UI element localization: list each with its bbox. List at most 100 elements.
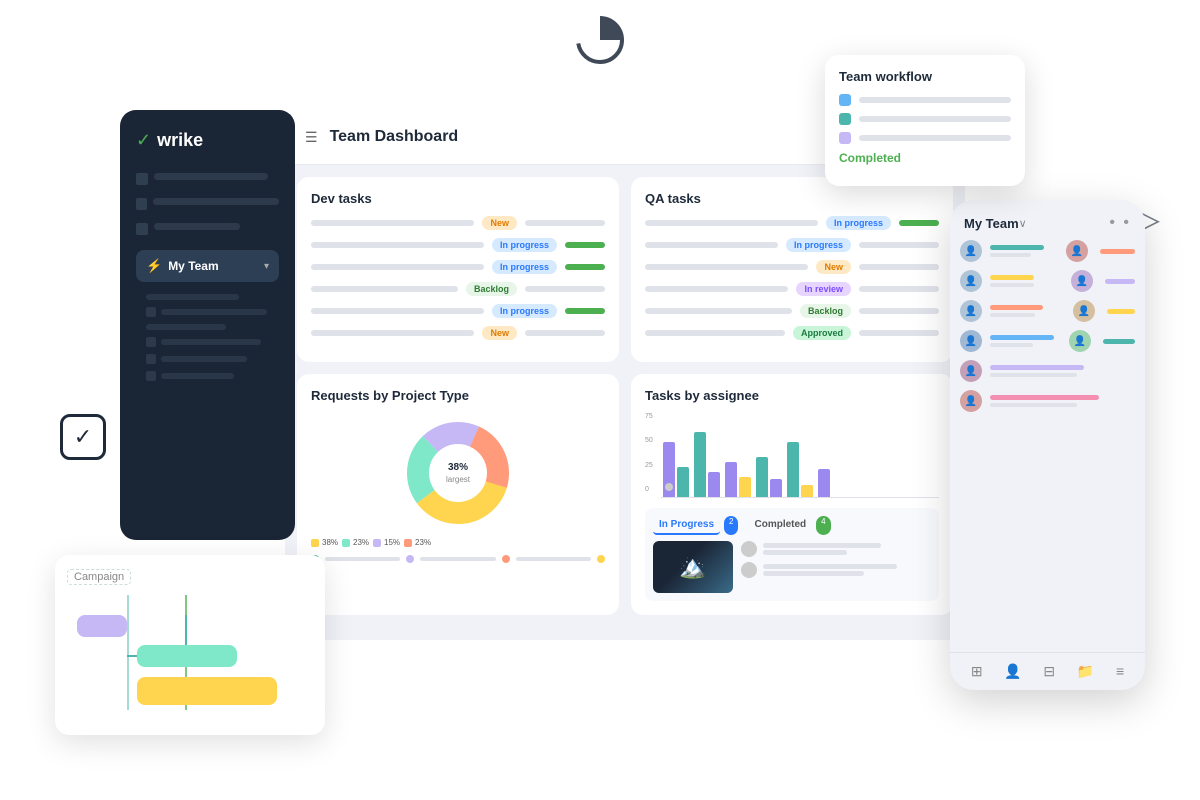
bar-seg-purple-3 bbox=[725, 462, 737, 497]
qa-badge-new: New bbox=[816, 260, 851, 274]
sidebar-home-icon[interactable] bbox=[136, 173, 148, 185]
my-team-item[interactable]: ⚡ My Team ▾ bbox=[136, 250, 279, 282]
sidebar-group-label-3[interactable] bbox=[161, 356, 247, 362]
m-avatar-1: 👤 bbox=[960, 240, 982, 262]
legend-label-1: 38% bbox=[322, 538, 338, 547]
sidebar-grid-icon[interactable] bbox=[136, 198, 147, 210]
qa-tasks-title: QA tasks bbox=[645, 191, 939, 206]
m-avatar-2: 👤 bbox=[960, 270, 982, 292]
qa-badge-backlog: Backlog bbox=[800, 304, 851, 318]
campaign-node-yellow[interactable] bbox=[137, 677, 277, 705]
bar-chart-area: 75 50 25 0 bbox=[645, 413, 939, 498]
m-line2-6 bbox=[990, 403, 1077, 407]
task-line bbox=[645, 264, 808, 270]
m-lines-1 bbox=[990, 245, 1058, 257]
footer-icon-1[interactable]: ⊞ bbox=[971, 663, 983, 680]
sidebar-group-4[interactable] bbox=[146, 371, 279, 381]
svg-text:largest: largest bbox=[446, 475, 471, 484]
campaign-node-teal[interactable] bbox=[137, 645, 237, 667]
m-avatar-5: 👤 bbox=[960, 360, 982, 382]
badge-new-1: New bbox=[482, 216, 517, 230]
mobile-row-4: 👤 👤 bbox=[960, 330, 1135, 352]
footer-icon-3[interactable]: ⊟ bbox=[1043, 663, 1055, 680]
m-line2-2 bbox=[990, 283, 1034, 287]
legend-item-1: 38% bbox=[311, 538, 338, 547]
mini-list bbox=[741, 541, 931, 593]
logo-check-icon: ✓ bbox=[136, 130, 151, 151]
sidebar-sub-line-1[interactable] bbox=[146, 294, 239, 300]
m-avatar-r2: 👤 bbox=[1071, 270, 1093, 292]
wf-line-3 bbox=[859, 135, 1011, 141]
m-progress-3 bbox=[1107, 309, 1135, 314]
workflow-title: Team workflow bbox=[839, 69, 1011, 84]
task-line-short bbox=[525, 286, 605, 292]
sidebar-group-label-1[interactable] bbox=[161, 309, 267, 315]
sidebar-sub-line-2[interactable] bbox=[146, 324, 226, 330]
m-avatar-4: 👤 bbox=[960, 330, 982, 352]
svg-text:38%: 38% bbox=[448, 462, 468, 473]
bolt-icon: ⚡ bbox=[146, 258, 162, 274]
sidebar-nav-row-2 bbox=[136, 198, 279, 213]
mini-line-4 bbox=[763, 571, 864, 576]
sidebar-doc-icon[interactable] bbox=[136, 223, 148, 235]
footer-icon-5[interactable]: ≡ bbox=[1116, 663, 1124, 680]
qa-line-short bbox=[859, 330, 939, 336]
qa-badge-review: In review bbox=[796, 282, 851, 296]
bar-seg-purple-4 bbox=[770, 479, 782, 497]
badge-in-progress: 2 bbox=[724, 516, 738, 535]
requests-chart-card: Requests by Project Type 38% largest bbox=[297, 374, 619, 615]
m-avatar-r3: 👤 bbox=[1073, 300, 1095, 322]
sidebar-group-label-4[interactable] bbox=[161, 373, 234, 379]
m-line1-6 bbox=[990, 395, 1099, 400]
m-lines-2 bbox=[990, 275, 1063, 287]
mobile-dots[interactable]: • • bbox=[1109, 214, 1131, 232]
mobile-chevron: ∨ bbox=[1019, 217, 1027, 230]
mini-thumbnail: 🏔️ bbox=[653, 541, 733, 593]
tab-in-progress[interactable]: In Progress bbox=[653, 516, 720, 535]
sidebar-nav-label-1[interactable] bbox=[154, 173, 268, 180]
hamburger-icon[interactable]: ☰ bbox=[305, 129, 318, 146]
bar-seg-teal-5 bbox=[787, 442, 799, 497]
sidebar-group-1[interactable] bbox=[146, 307, 279, 317]
task-line-short bbox=[525, 220, 605, 226]
tasks-mini-section: In Progress 2 Completed 4 🏔️ bbox=[645, 508, 939, 601]
bottom-tabs: In Progress 2 Completed 4 bbox=[653, 516, 931, 535]
y-label-50: 50 bbox=[645, 437, 653, 444]
dot-line-2 bbox=[420, 557, 495, 561]
m-line1-1 bbox=[990, 245, 1044, 250]
campaign-title: Campaign bbox=[67, 569, 131, 585]
legend-item-3: 15% bbox=[373, 538, 400, 547]
mobile-row-3: 👤 👤 bbox=[960, 300, 1135, 322]
wf-completed-label: Completed bbox=[839, 151, 901, 165]
sidebar-nav-label-3[interactable] bbox=[154, 223, 240, 230]
task-line bbox=[311, 330, 474, 336]
bar-group-6 bbox=[818, 469, 830, 497]
sidebar: ✓ wrike ⚡ My Team ▾ bbox=[120, 110, 295, 540]
task-row-4: Backlog bbox=[311, 282, 605, 296]
sidebar-group-icon-2 bbox=[146, 337, 156, 347]
pie-chart-icon bbox=[570, 10, 630, 83]
qa-line-short bbox=[859, 264, 939, 270]
task-line bbox=[311, 308, 484, 314]
task-line bbox=[311, 286, 458, 292]
m-avatar-r4: 👤 bbox=[1069, 330, 1091, 352]
y-label-75: 75 bbox=[645, 413, 653, 420]
qa-row-4: In review bbox=[645, 282, 939, 296]
sidebar-group-2[interactable] bbox=[146, 337, 279, 347]
mobile-body: 👤 👤 👤 👤 👤 👤 bbox=[950, 240, 1145, 652]
footer-icon-4[interactable]: 📁 bbox=[1077, 663, 1094, 680]
footer-icon-2[interactable]: 👤 bbox=[1004, 663, 1021, 680]
wf-completed-row: Completed bbox=[839, 151, 1011, 165]
mini-line-2 bbox=[763, 550, 847, 555]
bar-seg-teal-2 bbox=[694, 432, 706, 497]
sidebar-group-3[interactable] bbox=[146, 354, 279, 364]
sidebar-nav-label-2[interactable] bbox=[153, 198, 279, 205]
y-label-25: 25 bbox=[645, 462, 653, 469]
logo-text: wrike bbox=[157, 130, 203, 151]
sidebar-group-label-2[interactable] bbox=[161, 339, 261, 345]
tab-completed[interactable]: Completed bbox=[748, 516, 812, 535]
campaign-node-purple[interactable] bbox=[77, 615, 127, 637]
task-line bbox=[311, 220, 474, 226]
qa-progress-bar bbox=[899, 220, 939, 226]
task-row-5: In progress bbox=[311, 304, 605, 318]
